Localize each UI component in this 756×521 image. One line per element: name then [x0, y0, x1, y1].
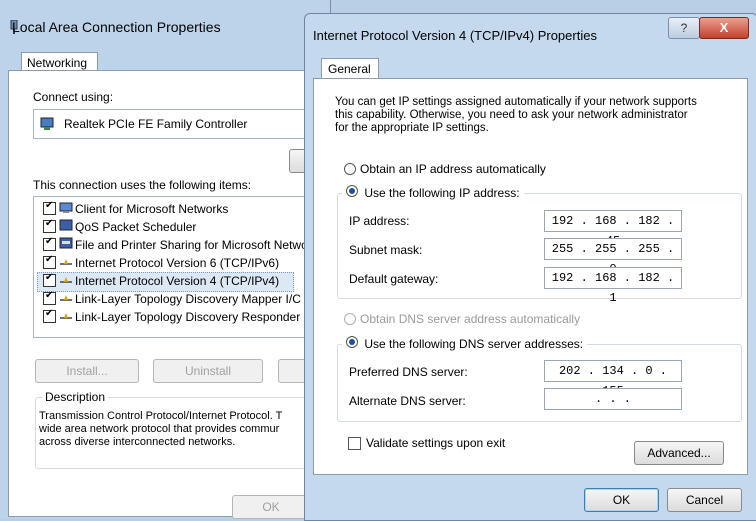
description-text: Transmission Control Protocol/Internet P…: [39, 410, 282, 449]
item-label: Internet Protocol Version 4 (TCP/IPv4): [75, 274, 280, 288]
alternate-dns-field[interactable]: . . .: [544, 388, 682, 410]
item-label: Link-Layer Topology Discovery Mapper I/C: [75, 292, 301, 306]
item-label: Internet Protocol Version 6 (TCP/IPv6): [75, 256, 280, 270]
obtain-dns-auto-radio[interactable]: [344, 313, 356, 325]
items-list: Client for Microsoft Networks QoS Packet…: [33, 196, 332, 338]
protocol-icon: [59, 292, 73, 307]
item-checkbox[interactable]: [43, 308, 56, 323]
install-button[interactable]: Install...: [35, 359, 139, 383]
adapter-field: Realtek PCIe FE Family Controller: [33, 109, 332, 139]
item-label: Client for Microsoft Networks: [75, 202, 229, 216]
description-line: Transmission Control Protocol/Internet P…: [39, 410, 283, 422]
item-checkbox[interactable]: [43, 290, 56, 305]
use-following-dns-radio[interactable]: [346, 336, 358, 348]
window-title: Local Area Connection Properties: [12, 19, 221, 35]
connect-using-label: Connect using:: [33, 90, 114, 104]
list-item[interactable]: File and Printer Sharing for Microsoft N…: [43, 236, 308, 254]
item-checkbox[interactable]: [43, 218, 56, 233]
help-button[interactable]: ?: [668, 17, 700, 39]
preferred-dns-field[interactable]: 202 . 134 . 0 . 155: [544, 360, 682, 398]
close-button[interactable]: X: [699, 17, 749, 39]
list-item[interactable]: Internet Protocol Version 4 (TCP/IPv4): [43, 272, 279, 290]
scheduler-icon: [59, 219, 73, 235]
item-label: Link-Layer Topology Discovery Responder: [75, 310, 301, 324]
protocol-icon: [59, 310, 73, 325]
advanced-button[interactable]: Advanced...: [634, 441, 724, 465]
item-checkbox[interactable]: [43, 254, 56, 269]
adapter-icon: [39, 116, 55, 135]
intro-line: for the appropriate IP settings.: [335, 122, 489, 134]
tab-general[interactable]: General: [321, 58, 379, 80]
obtain-dns-auto-option[interactable]: Obtain DNS server address automatically: [344, 312, 580, 328]
protocol-icon: [59, 274, 73, 289]
ok-button[interactable]: OK: [584, 488, 659, 512]
ip-address-label: IP address:: [349, 214, 410, 228]
item-label: QoS Packet Scheduler: [75, 220, 197, 234]
list-item[interactable]: Link-Layer Topology Discovery Mapper I/C: [43, 290, 301, 308]
obtain-ip-auto-label: Obtain an IP address automatically: [360, 162, 546, 176]
file-sharing-icon: [59, 237, 73, 253]
obtain-ip-auto-radio[interactable]: [344, 163, 356, 175]
cancel-button[interactable]: Cancel: [667, 488, 742, 512]
list-item[interactable]: QoS Packet Scheduler: [43, 218, 196, 236]
subnet-mask-label: Subnet mask:: [349, 243, 423, 257]
uninstall-button[interactable]: Uninstall: [153, 359, 263, 383]
dialog-title: Internet Protocol Version 4 (TCP/IPv4) P…: [313, 28, 597, 43]
intro-text: You can get IP settings assigned automat…: [335, 96, 697, 135]
subnet-mask-field[interactable]: 255 . 255 . 255 . 0: [544, 238, 682, 276]
protocol-icon: [59, 256, 73, 271]
list-item[interactable]: Client for Microsoft Networks: [43, 200, 228, 218]
list-item[interactable]: Internet Protocol Version 6 (TCP/IPv6): [43, 254, 279, 272]
description-line: wide area network protocol that provides…: [39, 423, 280, 435]
item-checkbox[interactable]: [43, 200, 56, 215]
use-following-ip-option[interactable]: Use the following IP address:: [342, 185, 524, 200]
item-label: File and Printer Sharing for Microsoft N…: [75, 238, 308, 252]
obtain-ip-auto-option[interactable]: Obtain an IP address automatically: [344, 162, 546, 178]
description-label: Description: [42, 390, 109, 404]
use-following-ip-label: Use the following IP address:: [364, 186, 520, 200]
intro-line: this capability. Otherwise, you need to …: [335, 109, 688, 121]
validate-label: Validate settings upon exit: [366, 436, 506, 450]
default-gateway-label: Default gateway:: [349, 272, 439, 286]
default-gateway-field[interactable]: 192 . 168 . 182 . 1: [544, 267, 682, 305]
preferred-dns-label: Preferred DNS server:: [349, 365, 468, 379]
intro-line: You can get IP settings assigned automat…: [335, 96, 697, 108]
description-line: across diverse interconnected networks.: [39, 436, 236, 448]
list-item[interactable]: Link-Layer Topology Discovery Responder: [43, 308, 300, 326]
obtain-dns-auto-label: Obtain DNS server address automatically: [360, 312, 581, 326]
alternate-dns-label: Alternate DNS server:: [349, 394, 466, 408]
use-following-ip-radio[interactable]: [346, 185, 358, 197]
validate-checkbox[interactable]: [348, 437, 361, 450]
use-following-dns-label: Use the following DNS server addresses:: [364, 337, 584, 351]
item-checkbox[interactable]: [43, 272, 56, 287]
adapter-name: Realtek PCIe FE Family Controller: [64, 117, 248, 131]
ok-button[interactable]: OK: [232, 495, 310, 519]
ip-address-field[interactable]: 192 . 168 . 182 . 45: [544, 210, 682, 248]
items-label: This connection uses the following items…: [33, 178, 252, 192]
item-checkbox[interactable]: [43, 236, 56, 251]
dns-settings-group: [337, 344, 742, 422]
use-following-dns-option[interactable]: Use the following DNS server addresses:: [342, 336, 588, 351]
network-client-icon: [59, 201, 73, 217]
